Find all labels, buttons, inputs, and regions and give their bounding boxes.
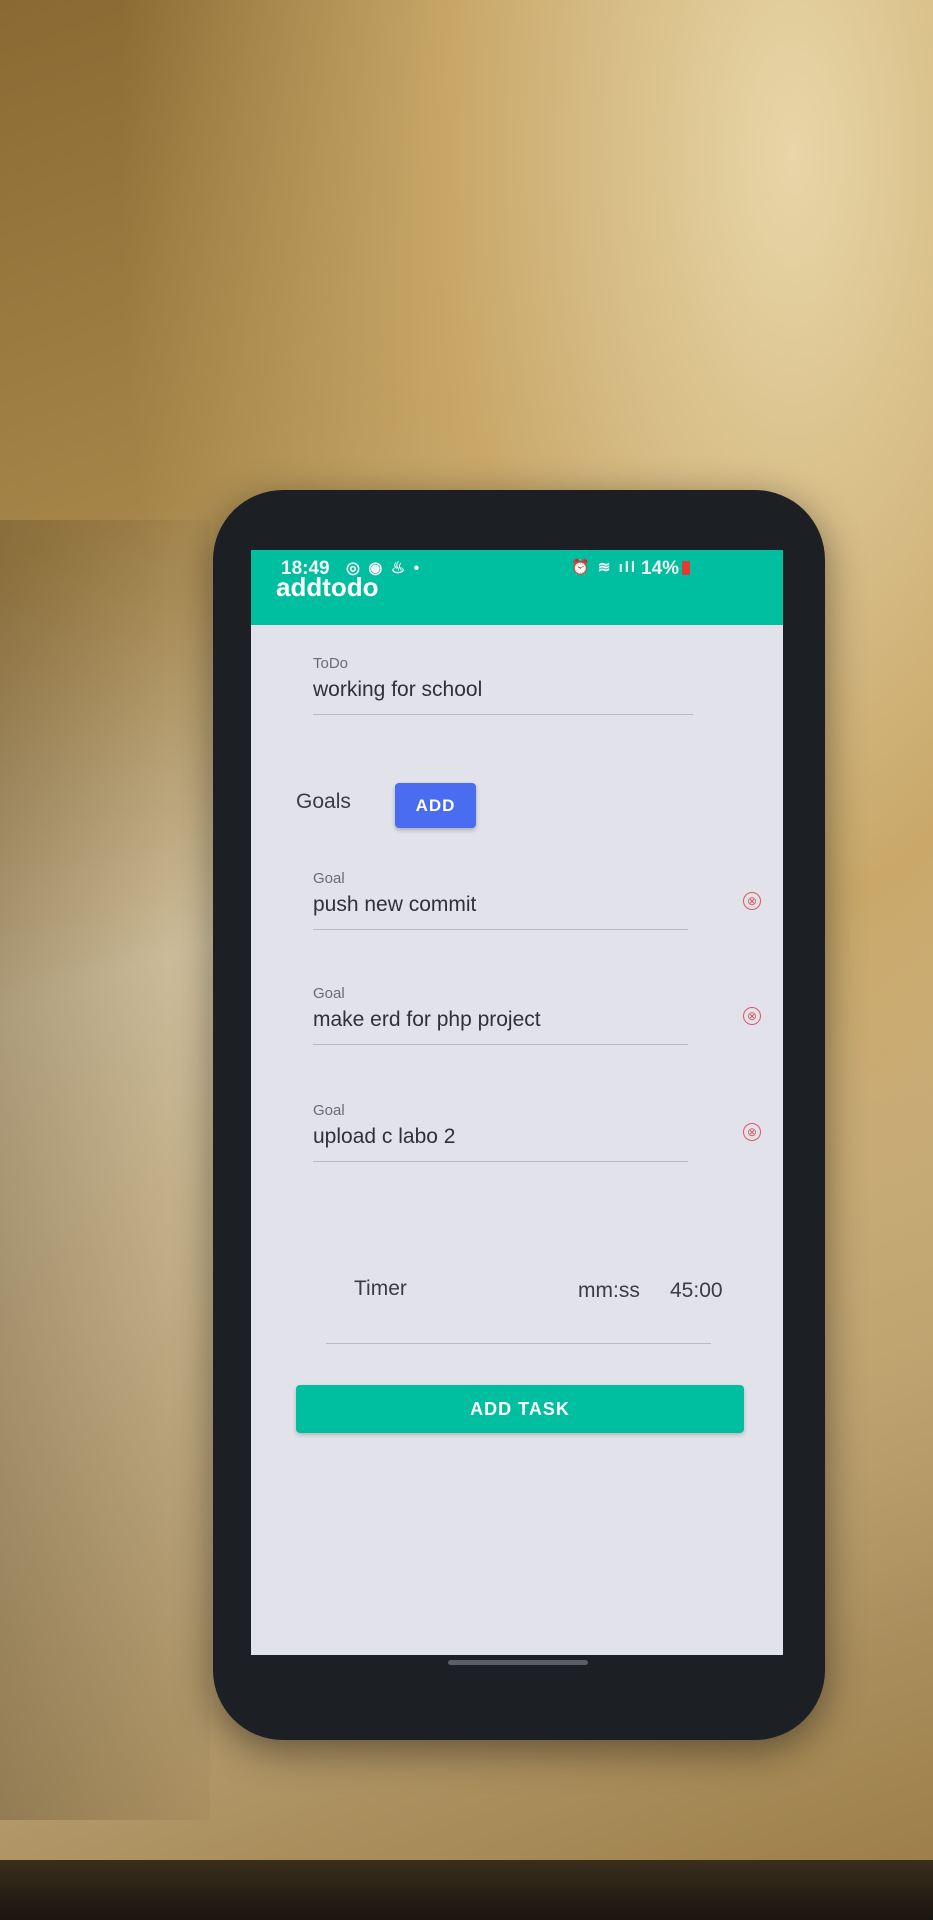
add-goal-button[interactable]: ADD <box>395 783 476 828</box>
timer-field[interactable]: Timer mm:ss 45:00 <box>326 1265 723 1344</box>
background-shadow <box>0 520 210 1820</box>
add-task-button[interactable]: ADD TASK <box>296 1385 744 1433</box>
goal-field-1[interactable]: Goal push new commit <box>313 870 688 930</box>
battery-icon <box>682 561 691 575</box>
remove-goal-icon[interactable]: ⊗ <box>743 892 761 910</box>
goal-field-2[interactable]: Goal make erd for php project <box>313 985 688 1045</box>
timer-value[interactable]: 45:00 <box>670 1279 723 1303</box>
timer-label: Timer <box>354 1277 407 1300</box>
goal-label: Goal <box>313 870 345 887</box>
todo-field[interactable]: ToDo working for school <box>313 655 693 715</box>
goal-field-3[interactable]: Goal upload c labo 2 <box>313 1102 688 1162</box>
phone-screen: addtodo ToDo working for school Goals AD… <box>251 550 783 1655</box>
photo-background: addtodo ToDo working for school Goals AD… <box>0 0 933 1920</box>
phone-device: addtodo ToDo working for school Goals AD… <box>213 490 825 1740</box>
notification-icons: ◎ ◉ ♨ • <box>346 560 422 577</box>
goal-input[interactable]: upload c labo 2 <box>313 1125 688 1161</box>
goal-label: Goal <box>313 1102 345 1119</box>
status-bar: 18:49 ◎ ◉ ♨ • ⏰ ≋ ıll 14% <box>251 550 783 585</box>
todo-label: ToDo <box>313 655 349 672</box>
battery-percent: 14% <box>641 558 680 579</box>
goal-input[interactable]: make erd for php project <box>313 1008 688 1044</box>
signal-icons: ⏰ ≋ ıll <box>571 559 638 576</box>
table-edge <box>0 1860 933 1920</box>
todo-input[interactable]: working for school <box>313 678 693 714</box>
battery-indicator: 14% <box>641 558 691 580</box>
remove-goal-icon[interactable]: ⊗ <box>743 1123 761 1141</box>
goal-input[interactable]: push new commit <box>313 893 688 929</box>
remove-goal-icon[interactable]: ⊗ <box>743 1007 761 1025</box>
goal-label: Goal <box>313 985 345 1002</box>
timer-format-label: mm:ss <box>578 1279 640 1302</box>
home-indicator <box>448 1660 588 1665</box>
goals-label: Goals <box>296 790 351 813</box>
status-time: 18:49 <box>281 558 330 579</box>
